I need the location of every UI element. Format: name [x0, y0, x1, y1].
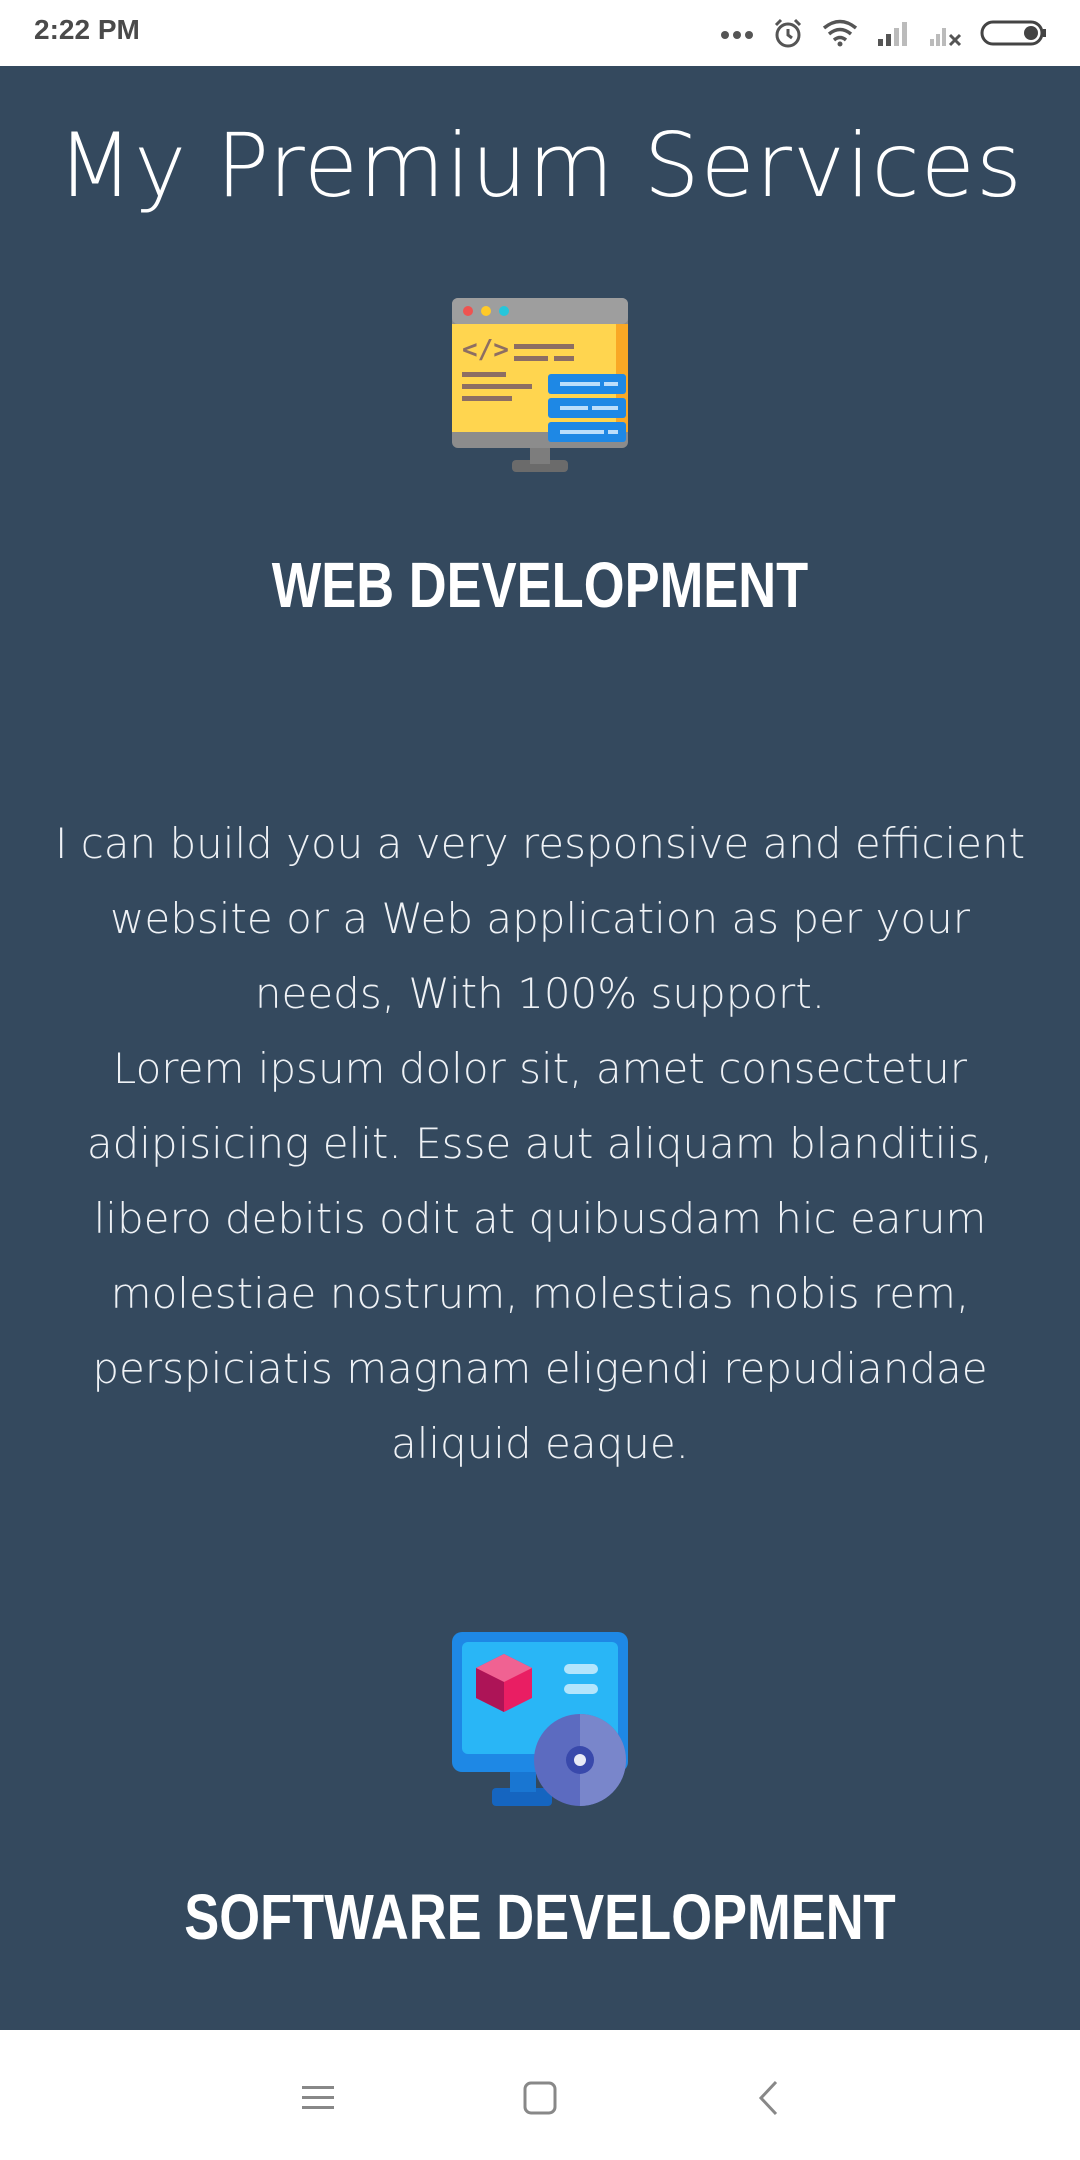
- status-time: 2:22 PM: [34, 14, 140, 45]
- description-line: libero debitis odit at quibusdam hic ear…: [93, 1194, 987, 1243]
- description-line: aliquid eaque.: [390, 1419, 690, 1468]
- back-icon[interactable]: [738, 2068, 798, 2128]
- system-nav-bar: [0, 2030, 1080, 2160]
- status-bar: 2:22 PM: [0, 0, 1080, 66]
- menu-icon[interactable]: [288, 2068, 348, 2128]
- status-icons: [720, 14, 1048, 52]
- page-title: My Premium Services: [57, 114, 1023, 217]
- services-section: My Premium Services </> WEB DEVELOPMENT …: [0, 66, 1080, 2030]
- more-dots-icon: [720, 26, 754, 40]
- service-title-software-development: SOFTWARE DEVELOPMENT: [184, 1881, 896, 1953]
- service-title-web-development: WEB DEVELOPMENT: [271, 549, 809, 621]
- alarm-icon: [772, 17, 804, 49]
- description-line: needs, With 100% support.: [254, 969, 826, 1018]
- description-line: molestiae nostrum, molestias nobis rem,: [110, 1269, 970, 1318]
- description-line: Lorem ipsum dolor sit, amet consectetur: [112, 1044, 968, 1093]
- description-line: website or a Web application as per your: [110, 894, 970, 943]
- service-description-web-development: I can build you a very responsive and ef…: [30, 806, 1050, 1481]
- wifi-icon: [822, 19, 858, 47]
- battery-icon: [980, 19, 1048, 47]
- description-line: I can build you a very responsive and ef…: [54, 819, 1026, 868]
- description-line: perspiciatis magnam eligendi repudiandae: [92, 1344, 988, 1393]
- home-icon[interactable]: [510, 2068, 570, 2128]
- signal-icon: [876, 19, 910, 47]
- svg-text:</>: </>: [462, 335, 509, 365]
- description-line: adipisicing elit. Esse aut aliquam bland…: [86, 1119, 994, 1168]
- software-development-monitor-icon: [452, 1632, 628, 1808]
- signal-no-service-icon: [928, 19, 962, 47]
- web-development-monitor-icon: </>: [452, 298, 628, 474]
